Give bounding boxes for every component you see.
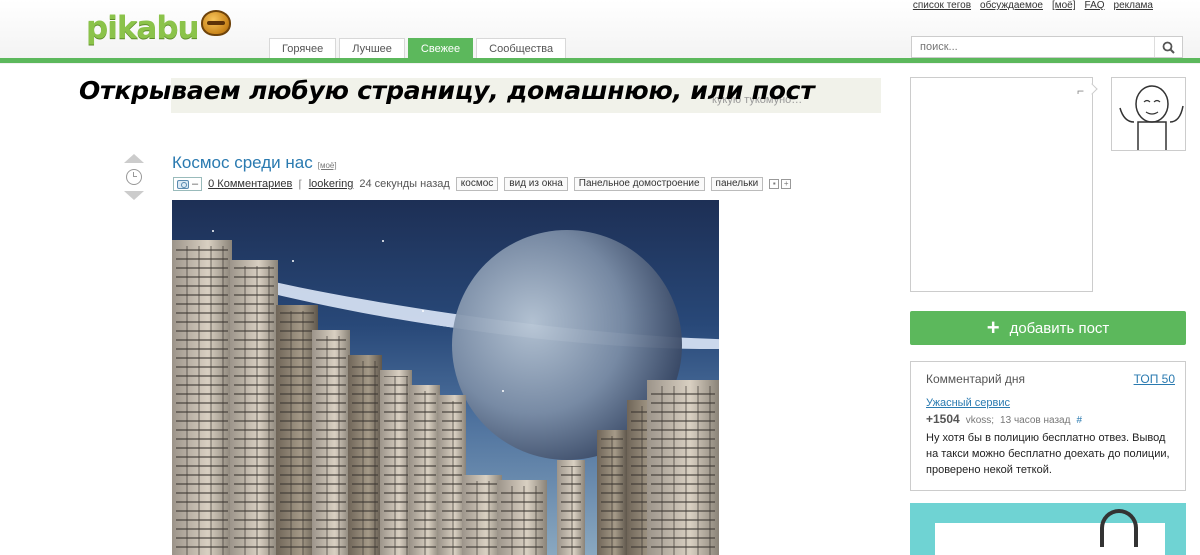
building	[230, 260, 278, 555]
save-icon[interactable]: ▪	[769, 179, 780, 189]
search-button[interactable]	[1154, 37, 1182, 57]
user-icon: ⌈	[298, 178, 303, 191]
upvote-arrow-icon[interactable]	[124, 154, 144, 163]
building	[597, 430, 627, 555]
post-title: Космос среди нас [моё]	[172, 153, 337, 173]
search-input[interactable]	[912, 37, 1152, 57]
building	[497, 480, 547, 555]
author-link[interactable]: lookering	[309, 178, 354, 190]
building	[462, 475, 502, 555]
camera-icon	[177, 179, 189, 189]
feed-tabs: Горячее Лучшее Свежее Сообщества	[269, 38, 567, 58]
tag-chip[interactable]: вид из окна	[504, 177, 568, 191]
comment-permalink[interactable]: #	[1076, 415, 1082, 426]
comment-text: Ну хотя бы в полицию бесплатно отвез. Вы…	[926, 432, 1170, 476]
post-meta: – 0 Комментариев ⌈ lookering 24 секунды …	[173, 177, 792, 191]
tag-chip[interactable]: панельки	[710, 177, 764, 191]
downvote-arrow-icon[interactable]	[124, 191, 144, 200]
comment-time: 13 часов назад	[1000, 415, 1071, 426]
building	[557, 460, 585, 555]
comment-post-link[interactable]: Ужасный сервис	[926, 397, 1010, 409]
ad-marker-icon: ⌐	[1076, 84, 1084, 98]
search-box	[911, 36, 1183, 58]
post-time: 24 секунды назад	[359, 178, 450, 190]
building	[348, 355, 382, 555]
top-50-link[interactable]: ТОП 50	[1134, 372, 1175, 386]
post-title-link[interactable]: Космос среди нас	[172, 153, 313, 173]
mine-label[interactable]: [моё]	[318, 161, 337, 170]
ad-block[interactable]: ⌐	[910, 77, 1098, 292]
add-tag-icon[interactable]: +	[781, 179, 792, 189]
padlock-icon	[1100, 509, 1138, 547]
top-links: список тегов обсуждаемое [моё] FAQ рекла…	[913, 0, 1153, 11]
comment-meta: +1504 vkoss; 13 часов назад #	[926, 412, 1082, 426]
sidebar-illustration[interactable]	[910, 503, 1186, 555]
star	[212, 230, 214, 232]
star	[292, 260, 294, 262]
cookie-logo-icon	[200, 10, 231, 36]
photo-badge[interactable]: –	[173, 177, 203, 191]
building	[380, 370, 412, 555]
caption-text: Открываем любую страницу, домашнюю, или …	[79, 76, 815, 105]
vote-controls	[124, 154, 144, 200]
search-icon	[1162, 41, 1175, 54]
photo-badge-value: –	[192, 178, 199, 190]
logo-text: pikabu	[86, 10, 200, 46]
tab-communities[interactable]: Сообщества	[476, 38, 567, 58]
building	[172, 240, 232, 555]
tab-fresh[interactable]: Свежее	[407, 38, 474, 58]
add-post-label: добавить пост	[1009, 319, 1110, 337]
comment-score: +1504	[926, 412, 960, 426]
star	[502, 390, 504, 392]
post-image[interactable]	[172, 200, 719, 555]
tags-list-link[interactable]: список тегов	[913, 0, 971, 11]
tag-chip[interactable]: Панельное домостроение	[573, 177, 705, 191]
plus-icon: +	[986, 315, 1000, 340]
comment-of-day-heading: Комментарий дня	[926, 372, 1026, 386]
star	[422, 310, 424, 312]
header-divider	[0, 58, 1200, 63]
building	[410, 385, 440, 555]
tab-hot[interactable]: Горячее	[269, 38, 337, 58]
faq-link[interactable]: FAQ	[1085, 0, 1105, 11]
comment-user[interactable]: vkoss;	[966, 415, 994, 426]
advertising-link[interactable]: реклама	[1114, 0, 1153, 11]
building	[312, 330, 350, 555]
clock-icon	[126, 169, 142, 185]
site-logo[interactable]: pikabu	[86, 10, 231, 46]
tag-chip[interactable]: космос	[455, 177, 499, 191]
comment-of-day: Комментарий дня ТОП 50 Ужасный сервис +1…	[910, 361, 1186, 491]
add-post-button[interactable]: + добавить пост	[910, 311, 1186, 345]
ad-pointer	[1086, 83, 1098, 95]
meme-face-icon	[1119, 85, 1184, 150]
discussed-link[interactable]: обсуждаемое	[980, 0, 1043, 11]
tab-best[interactable]: Лучшее	[339, 38, 405, 58]
post-actions: ▪ +	[769, 179, 792, 189]
meme-face-image	[1111, 77, 1186, 151]
building	[647, 380, 719, 555]
mine-link[interactable]: [моё]	[1052, 0, 1076, 11]
star	[382, 240, 384, 242]
comments-link[interactable]: 0 Комментариев	[208, 178, 292, 190]
